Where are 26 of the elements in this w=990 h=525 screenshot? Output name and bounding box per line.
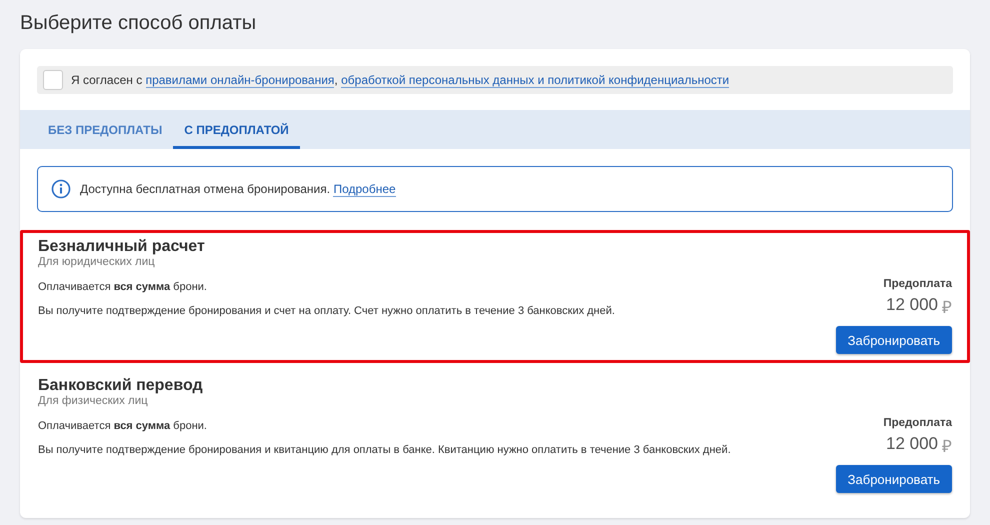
price-amount: 12 000 bbox=[886, 295, 938, 316]
option-description: Оплачивается вся сумма брони. bbox=[38, 281, 208, 293]
info-icon bbox=[51, 179, 71, 199]
option-description: Вы получите подтверждение бронирования и квитанцию для оплаты в банке. Квитанцию нужно оплатить в течение 3 банковских дней. bbox=[38, 444, 731, 456]
payment-tab[interactable]: С ПРЕДОПЛАТОЙ bbox=[173, 110, 300, 149]
consent-text: Я согласен с правилами онлайн-бронирования, обработкой персональных данных и политикой конфиденциальности bbox=[71, 73, 730, 87]
payment-tab[interactable]: БЕЗ ПРЕДОПЛАТЫ bbox=[37, 110, 174, 149]
option-title: Безналичный расчет bbox=[38, 238, 206, 256]
option-subtitle: Для физических лиц bbox=[38, 395, 149, 407]
consent-link[interactable]: обработкой персональных данных и политикой конфиденциальности bbox=[341, 73, 730, 88]
details-link[interactable]: Подробнее bbox=[333, 182, 396, 197]
currency-sign: ₽ bbox=[942, 436, 952, 457]
book-button[interactable]: Забронировать bbox=[836, 326, 952, 354]
price-amount: 12 000 bbox=[886, 434, 938, 455]
option-subtitle: Для юридических лиц bbox=[38, 256, 156, 268]
notice-text: Доступна бесплатная отмена бронирования. Подробнее bbox=[80, 182, 396, 196]
price-label: Предоплата bbox=[883, 278, 952, 290]
book-button[interactable]: Забронировать bbox=[836, 465, 952, 493]
option-description: Оплачивается вся сумма брони. bbox=[38, 420, 208, 432]
price-label: Предоплата bbox=[883, 417, 952, 429]
consent-checkbox[interactable] bbox=[43, 70, 63, 90]
consent-link[interactable]: правилами онлайн-бронирования bbox=[146, 73, 334, 88]
option-title: Банковский перевод bbox=[38, 377, 204, 395]
option-description: Вы получите подтверждение бронирования и счет на оплату. Счет нужно оплатить в течение 3 банковских дней. bbox=[38, 305, 615, 317]
page-title: Выберите способ оплаты bbox=[20, 12, 258, 35]
currency-sign: ₽ bbox=[942, 297, 952, 318]
